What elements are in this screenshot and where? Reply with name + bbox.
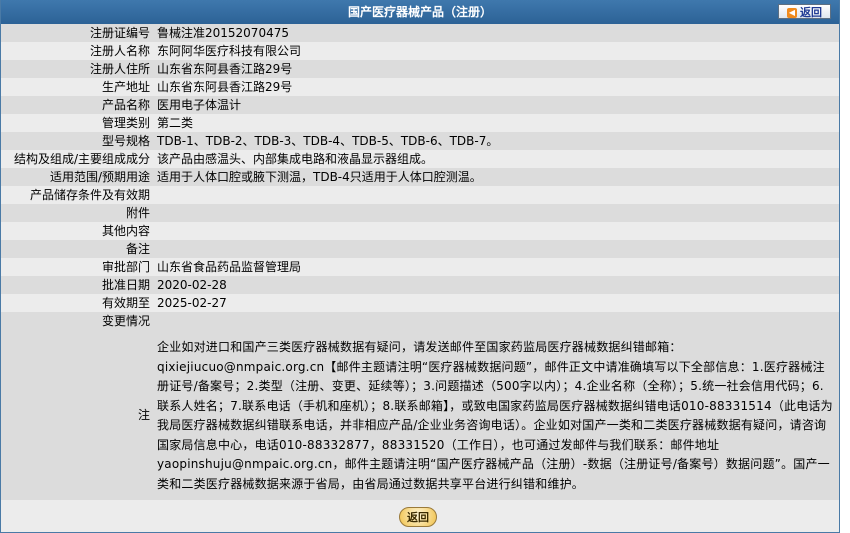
page-title: 国产医疗器械产品（注册） — [347, 5, 492, 19]
field-label: 产品名称 — [1, 96, 153, 114]
field-value — [153, 240, 839, 258]
field-value: TDB-1、TDB-2、TDB-3、TDB-4、TDB-5、TDB-6、TDB-… — [153, 132, 839, 150]
table-row: 管理类别 第二类 — [1, 114, 839, 132]
table-row: 变更情况 — [1, 312, 839, 330]
page: 国产医疗器械产品（注册） ◀ 返回 注册证编号 鲁械注准20152070475 注册人… — [0, 0, 850, 533]
field-label: 其他内容 — [1, 222, 153, 240]
table-row: 备注 — [1, 240, 839, 258]
note-row: 注 企业如对进口和国产三类医疗器械数据有疑问，请发送邮件至国家药监局医疗器械数据… — [1, 330, 839, 500]
field-label: 管理类别 — [1, 114, 153, 132]
field-value: 第二类 — [153, 114, 839, 132]
note-label: 注 — [1, 330, 153, 500]
field-label: 批准日期 — [1, 276, 153, 294]
field-value: 山东省食品药品监督管理局 — [153, 258, 839, 276]
table-row: 适用范围/预期用途 适用于人体口腔或腋下测温，TDB-4只适用于人体口腔测温。 — [1, 168, 839, 186]
field-label: 注册人名称 — [1, 42, 153, 60]
field-value — [153, 204, 839, 222]
field-value — [153, 222, 839, 240]
field-value — [153, 312, 839, 330]
field-value: 东阿阿华医疗科技有限公司 — [153, 42, 839, 60]
table-row: 有效期至 2025-02-27 — [1, 294, 839, 312]
field-label: 附件 — [1, 204, 153, 222]
field-label: 适用范围/预期用途 — [1, 168, 153, 186]
table-row: 审批部门 山东省食品药品监督管理局 — [1, 258, 839, 276]
table-row: 型号规格 TDB-1、TDB-2、TDB-3、TDB-4、TDB-5、TDB-6、… — [1, 132, 839, 150]
field-label: 型号规格 — [1, 132, 153, 150]
back-button-top-label: 返回 — [800, 6, 822, 19]
field-label: 审批部门 — [1, 258, 153, 276]
field-value — [153, 186, 839, 204]
field-value: 医用电子体温计 — [153, 96, 839, 114]
table-row: 附件 — [1, 204, 839, 222]
table-row: 注册人名称 东阿阿华医疗科技有限公司 — [1, 42, 839, 60]
table-row: 注册人住所 山东省东阿县香江路29号 — [1, 60, 839, 78]
detail-table: 注册证编号 鲁械注准20152070475 注册人名称 东阿阿华医疗科技有限公司 注册人… — [1, 24, 839, 500]
field-value: 山东省东阿县香江路29号 — [153, 60, 839, 78]
table-row: 注册证编号 鲁械注准20152070475 — [1, 24, 839, 42]
back-arrow-icon: ◀ — [787, 8, 797, 18]
field-value: 适用于人体口腔或腋下测温，TDB-4只适用于人体口腔测温。 — [153, 168, 839, 186]
title-bar: 国产医疗器械产品（注册） ◀ 返回 — [1, 0, 839, 24]
back-button-top[interactable]: ◀ 返回 — [778, 4, 831, 19]
detail-panel: 国产医疗器械产品（注册） ◀ 返回 注册证编号 鲁械注准20152070475 注册人… — [0, 0, 840, 533]
footer-bar: 返回 — [1, 500, 839, 532]
field-value: 该产品由感温头、内部集成电路和液晶显示器组成。 — [153, 150, 839, 168]
table-row: 其他内容 — [1, 222, 839, 240]
field-label: 生产地址 — [1, 78, 153, 96]
field-label: 备注 — [1, 240, 153, 258]
table-row: 产品名称 医用电子体温计 — [1, 96, 839, 114]
field-value: 2025-02-27 — [153, 294, 839, 312]
table-row: 批准日期 2020-02-28 — [1, 276, 839, 294]
detail-table-body: 注册证编号 鲁械注准20152070475 注册人名称 东阿阿华医疗科技有限公司 注册人… — [1, 24, 839, 330]
note-text: 企业如对进口和国产三类医疗器械数据有疑问，请发送邮件至国家药监局医疗器械数据纠错… — [153, 330, 839, 500]
field-value: 鲁械注准20152070475 — [153, 24, 839, 42]
field-label: 有效期至 — [1, 294, 153, 312]
field-value: 2020-02-28 — [153, 276, 839, 294]
table-row: 生产地址 山东省东阿县香江路29号 — [1, 78, 839, 96]
back-button-bottom[interactable]: 返回 — [399, 507, 437, 527]
table-row: 产品储存条件及有效期 — [1, 186, 839, 204]
table-row: 结构及组成/主要组成成分 该产品由感温头、内部集成电路和液晶显示器组成。 — [1, 150, 839, 168]
field-label: 产品储存条件及有效期 — [1, 186, 153, 204]
field-label: 注册人住所 — [1, 60, 153, 78]
field-label: 注册证编号 — [1, 24, 153, 42]
field-label: 结构及组成/主要组成成分 — [1, 150, 153, 168]
field-value: 山东省东阿县香江路29号 — [153, 78, 839, 96]
field-label: 变更情况 — [1, 312, 153, 330]
